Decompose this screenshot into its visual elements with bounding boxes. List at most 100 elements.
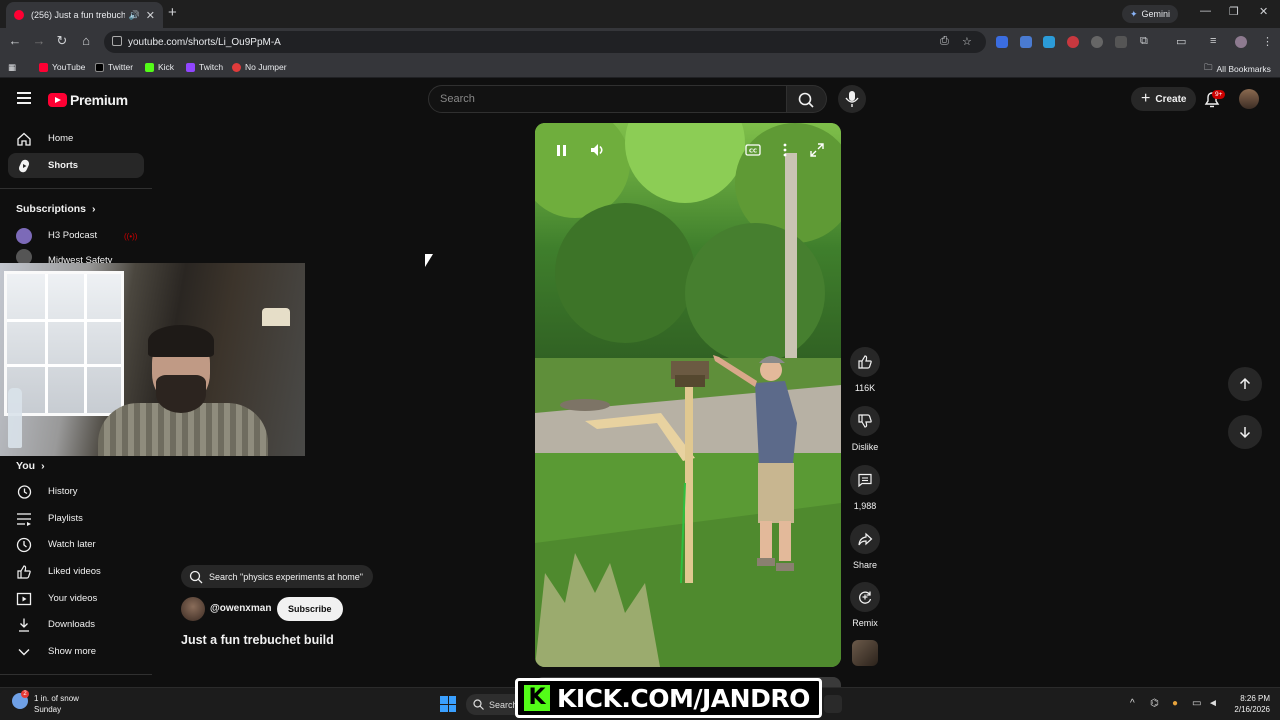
display-icon[interactable]: ▭ <box>1192 698 1201 709</box>
voice-search-button[interactable] <box>838 85 866 113</box>
webcam-window <box>4 271 124 416</box>
gemini-icon: ✦ <box>1130 8 1138 19</box>
bookmark-youtube[interactable]: YouTube <box>39 62 85 72</box>
search-button[interactable] <box>787 85 827 113</box>
close-window-button[interactable]: ✕ <box>1259 5 1268 18</box>
extension-icon[interactable] <box>1020 36 1032 48</box>
taskbar-clock[interactable]: 8:26 PM 2/16/2026 <box>1228 693 1270 715</box>
channel-avatar <box>16 249 32 263</box>
next-short-button[interactable] <box>1228 415 1262 449</box>
home-button[interactable]: ⌂ <box>77 33 95 48</box>
account-avatar[interactable] <box>1239 89 1259 109</box>
suggested-search-chip[interactable]: Search "physics experiments at home" <box>181 565 373 588</box>
channel-avatar[interactable] <box>181 597 205 621</box>
you-heading[interactable]: You › <box>16 460 45 472</box>
forward-button[interactable]: → <box>30 33 48 48</box>
sidebar-item-downloads[interactable]: Downloads <box>8 612 144 637</box>
thumbs-down-icon <box>858 414 872 428</box>
extension-icon[interactable] <box>996 36 1008 48</box>
minimize-window-button[interactable]: — <box>1200 5 1211 17</box>
extension-icon[interactable] <box>1115 36 1127 48</box>
remix-button[interactable]: Remix <box>850 582 880 628</box>
sound-thumbnail[interactable] <box>852 640 878 666</box>
kick-url-text: KICK.COM/JANDRO <box>557 683 810 713</box>
back-button[interactable]: ← <box>6 33 24 48</box>
sidebar-item-shorts[interactable]: Shorts <box>8 153 144 178</box>
dislike-button[interactable]: Dislike <box>850 406 880 452</box>
youtube-premium-logo[interactable]: Premium <box>48 92 128 108</box>
like-button[interactable]: 116K <box>850 347 880 393</box>
previous-short-button[interactable] <box>1228 367 1262 401</box>
reload-button[interactable]: ↻ <box>53 33 71 49</box>
remix-icon <box>859 591 872 604</box>
share-icon <box>858 532 873 546</box>
show-hidden-icons[interactable]: ^ <box>1130 698 1135 709</box>
bookmark-twitter[interactable]: Twitter <box>95 62 133 72</box>
short-title[interactable]: Just a fun trebuchet build <box>181 633 334 647</box>
search-icon <box>798 92 814 108</box>
site-info-icon[interactable] <box>112 36 122 46</box>
apps-grid-icon[interactable]: ▦ <box>8 62 16 73</box>
remix-label: Remix <box>852 618 878 628</box>
browser-tabstrip: (256) Just a fun trebuchet b 🔊 ✕ + ✦ Gem… <box>0 0 1280 28</box>
sidebar-item-liked-videos[interactable]: Liked videos <box>8 559 144 584</box>
weather-text: 1 in. of snow <box>34 694 79 703</box>
close-tab-icon[interactable]: ✕ <box>146 9 155 22</box>
bookmark-twitch[interactable]: Twitch <box>186 62 223 72</box>
network-icon[interactable]: ⌬ <box>1150 698 1159 709</box>
create-button[interactable]: + Create <box>1131 87 1197 111</box>
browser-tab[interactable]: (256) Just a fun trebuchet b 🔊 ✕ <box>6 2 163 28</box>
all-bookmarks-folder[interactable]: 🗀 All Bookmarks <box>1204 62 1271 76</box>
taskbar-app-icon[interactable] <box>824 695 842 713</box>
sidebar-item-history[interactable]: History <box>8 479 144 504</box>
youtube-icon <box>39 62 48 72</box>
address-bar[interactable]: youtube.com/shorts/Li_Ou9PpM-A <box>104 31 986 53</box>
x-icon <box>95 62 104 72</box>
more-options-icon[interactable] <box>776 141 794 159</box>
sidebar-item-midwest-safety[interactable]: Midwest Safety <box>8 249 144 263</box>
shorts-video-player[interactable] <box>535 123 841 667</box>
subscriptions-heading[interactable]: Subscriptions › <box>16 203 96 215</box>
gemini-button[interactable]: ✦ Gemini <box>1122 5 1179 23</box>
subscribe-button[interactable]: Subscribe <box>277 597 343 621</box>
profile-avatar[interactable] <box>1235 36 1247 48</box>
bookmark-no-jumper[interactable]: No Jumper <box>232 62 287 72</box>
extension-icon[interactable] <box>1067 36 1079 48</box>
guide-menu-icon[interactable] <box>17 92 31 107</box>
sidebar-item-playlists[interactable]: Playlists <box>8 506 144 531</box>
browser-menu-icon[interactable]: ⋮ <box>1262 35 1273 48</box>
browser-toolbar: ← → ↻ ⌂ youtube.com/shorts/Li_Ou9PpM-A ⎙… <box>0 28 1280 56</box>
closed-captions-icon[interactable]: CC <box>744 141 762 159</box>
weather-widget[interactable]: 2 1 in. of snow Sunday <box>12 690 79 715</box>
pause-button[interactable] <box>552 141 570 159</box>
audio-playing-icon[interactable]: 🔊 <box>129 10 140 21</box>
channel-name[interactable]: @owenxman <box>210 603 271 614</box>
extensions-puzzle-icon[interactable]: ⧉ <box>1140 35 1148 48</box>
search-input[interactable]: Search <box>428 85 787 113</box>
sidepanel-icon[interactable]: ▭ <box>1176 35 1186 48</box>
sidebar-item-show-more[interactable]: Show more <box>8 639 144 664</box>
bookmark-star-icon[interactable]: ☆ <box>962 35 972 48</box>
comments-button[interactable]: 1,988 <box>850 465 880 511</box>
windows-start-icon[interactable] <box>440 696 456 712</box>
microphone-icon <box>845 91 859 107</box>
volume-icon[interactable] <box>588 141 606 159</box>
extension-icon[interactable] <box>1043 36 1055 48</box>
sidebar-item-watch-later[interactable]: Watch later <box>8 532 144 557</box>
media-controls-icon[interactable]: ≡ <box>1210 35 1216 47</box>
extension-icon[interactable] <box>1091 36 1103 48</box>
sidebar-item-home[interactable]: Home <box>8 126 144 151</box>
chevron-down-icon <box>16 644 32 660</box>
restore-window-button[interactable]: ❐ <box>1229 5 1239 18</box>
home-icon <box>16 131 32 147</box>
fullscreen-icon[interactable] <box>808 141 826 159</box>
share-button[interactable]: Share <box>850 524 880 570</box>
sidebar-item-your-videos[interactable]: Your videos <box>8 586 144 611</box>
bookmark-kick[interactable]: Kick <box>145 62 174 72</box>
new-tab-button[interactable]: + <box>168 4 177 21</box>
install-app-icon[interactable]: ⎙ <box>940 35 949 48</box>
mouse-cursor-icon <box>425 254 433 267</box>
thumbs-up-icon <box>16 564 32 580</box>
speaker-icon[interactable]: ◄ <box>1208 698 1218 709</box>
microphone-icon[interactable]: ● <box>1172 698 1178 709</box>
